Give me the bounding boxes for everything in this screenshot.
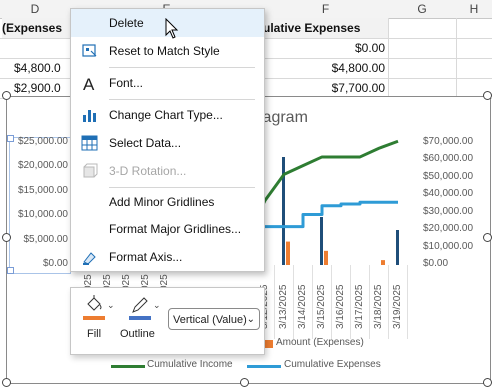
select-data-icon [81, 134, 99, 152]
menu-label: 3-D Rotation... [109, 164, 187, 178]
chevron-down-icon: ⌄ [246, 314, 255, 325]
bar-amount-expenses[interactable] [324, 250, 328, 265]
column-header-h[interactable]: H [456, 0, 492, 19]
menu-label: Select Data... [109, 136, 182, 150]
mouse-cursor-icon [165, 18, 179, 39]
resize-handle[interactable] [483, 378, 492, 387]
menu-label: Format Major Gridlines... [109, 222, 242, 236]
column-header-f[interactable]: F [263, 0, 389, 19]
header-cell-d[interactable]: (Expenses [2, 18, 70, 38]
menu-label: Font... [109, 76, 144, 90]
cell-d-row2[interactable]: $4,800.0 [14, 58, 61, 78]
col-divider [388, 18, 389, 98]
chevron-down-icon[interactable]: ⌄ [107, 300, 115, 311]
fill-color-bar [83, 316, 105, 320]
column-header-d[interactable]: D [0, 0, 71, 19]
outline-label: Outline [120, 328, 155, 340]
menu-label: Delete [109, 16, 144, 30]
resize-handle[interactable] [2, 91, 11, 100]
legend-amount[interactable]: Amount (Expenses) [276, 337, 364, 348]
chevron-down-icon[interactable]: ⌄ [153, 300, 161, 311]
menu-item-font[interactable]: A Font... [71, 69, 264, 97]
mini-toolbar: ⌄ Fill ⌄ Outline Vertical (Value) ⌄ [70, 287, 265, 355]
outline-color-bar [129, 316, 151, 320]
menu-item-reset-style[interactable]: Reset to Match Style [71, 37, 264, 65]
marker-bar[interactable] [396, 230, 399, 265]
svg-text:A: A [83, 75, 95, 92]
menu-item-add-minor-gridlines[interactable]: Add Minor Gridlines [71, 188, 264, 216]
header-cell-f[interactable]: ulative Expenses [263, 18, 388, 38]
menu-separator [109, 99, 255, 100]
selector-value: Vertical (Value) [173, 314, 247, 326]
column-header-g[interactable]: G [388, 0, 457, 19]
x-axis-tick-label: 3/16/2025 [335, 284, 346, 330]
rotation-3d-icon [81, 162, 99, 180]
menu-separator [109, 67, 255, 68]
bar-amount-expenses[interactable] [286, 241, 290, 265]
legend-income[interactable]: Cumulative Income [147, 359, 233, 370]
legend-expenses[interactable]: Cumulative Expenses [284, 359, 381, 370]
bar-amount-expenses[interactable] [381, 260, 385, 265]
resize-handle[interactable] [483, 233, 492, 242]
legend-income-line [111, 365, 145, 368]
resize-handle[interactable] [2, 233, 11, 242]
menu-label: Add Minor Gridlines [109, 195, 215, 209]
format-axis-icon [81, 248, 99, 266]
resize-handle[interactable] [240, 378, 249, 387]
x-axis-tick-label: 3/13/2025 [278, 284, 289, 330]
marker-bar[interactable] [320, 217, 323, 265]
fill-label: Fill [87, 328, 102, 340]
legend-amount-swatch [265, 340, 273, 348]
menu-item-format-major-gridlines[interactable]: Format Major Gridlines... [71, 215, 264, 243]
menu-item-change-chart-type[interactable]: Change Chart Type... [71, 101, 264, 129]
resize-handle[interactable] [483, 91, 492, 100]
x-axis-tick-label: 3/18/2025 [373, 284, 384, 330]
cell-d-row3[interactable]: $2,900.0 [14, 78, 61, 98]
menu-item-format-axis[interactable]: Format Axis... [71, 243, 264, 271]
x-axis-tick-label: 3/15/2025 [316, 284, 327, 330]
font-icon: A [81, 74, 99, 94]
resize-handle[interactable] [2, 378, 11, 387]
x-axis-tick-label: 3/14/2025 [297, 284, 308, 330]
menu-label: Reset to Match Style [109, 44, 220, 58]
menu-label: Format Axis... [109, 250, 183, 264]
col-divider [456, 18, 457, 98]
line-cumulative-expenses[interactable] [257, 200, 398, 229]
x-axis-tick-label: 3/19/2025 [392, 284, 403, 330]
cell-f-row3[interactable]: $7,700.00 [263, 78, 385, 98]
context-menu: Delete Reset to Match Style A Font... Ch… [70, 8, 265, 272]
cell-f-row1[interactable]: $0.00 [263, 38, 385, 58]
chart-element-selector[interactable]: Vertical (Value) ⌄ [168, 308, 260, 330]
menu-item-select-data[interactable]: Select Data... [71, 129, 264, 157]
chart-type-icon [81, 106, 99, 124]
fill-button[interactable]: ⌄ Fill [79, 292, 117, 348]
cell-f-row2[interactable]: $4,800.00 [263, 58, 385, 78]
menu-item-3d-rotation: 3-D Rotation... [71, 157, 264, 185]
reset-style-icon [81, 42, 99, 60]
menu-label: Change Chart Type... [109, 108, 223, 122]
x-axis-tick-label: 3/17/2025 [354, 284, 365, 330]
outline-button[interactable]: ⌄ Outline [119, 292, 165, 348]
legend-expenses-line [247, 365, 281, 368]
